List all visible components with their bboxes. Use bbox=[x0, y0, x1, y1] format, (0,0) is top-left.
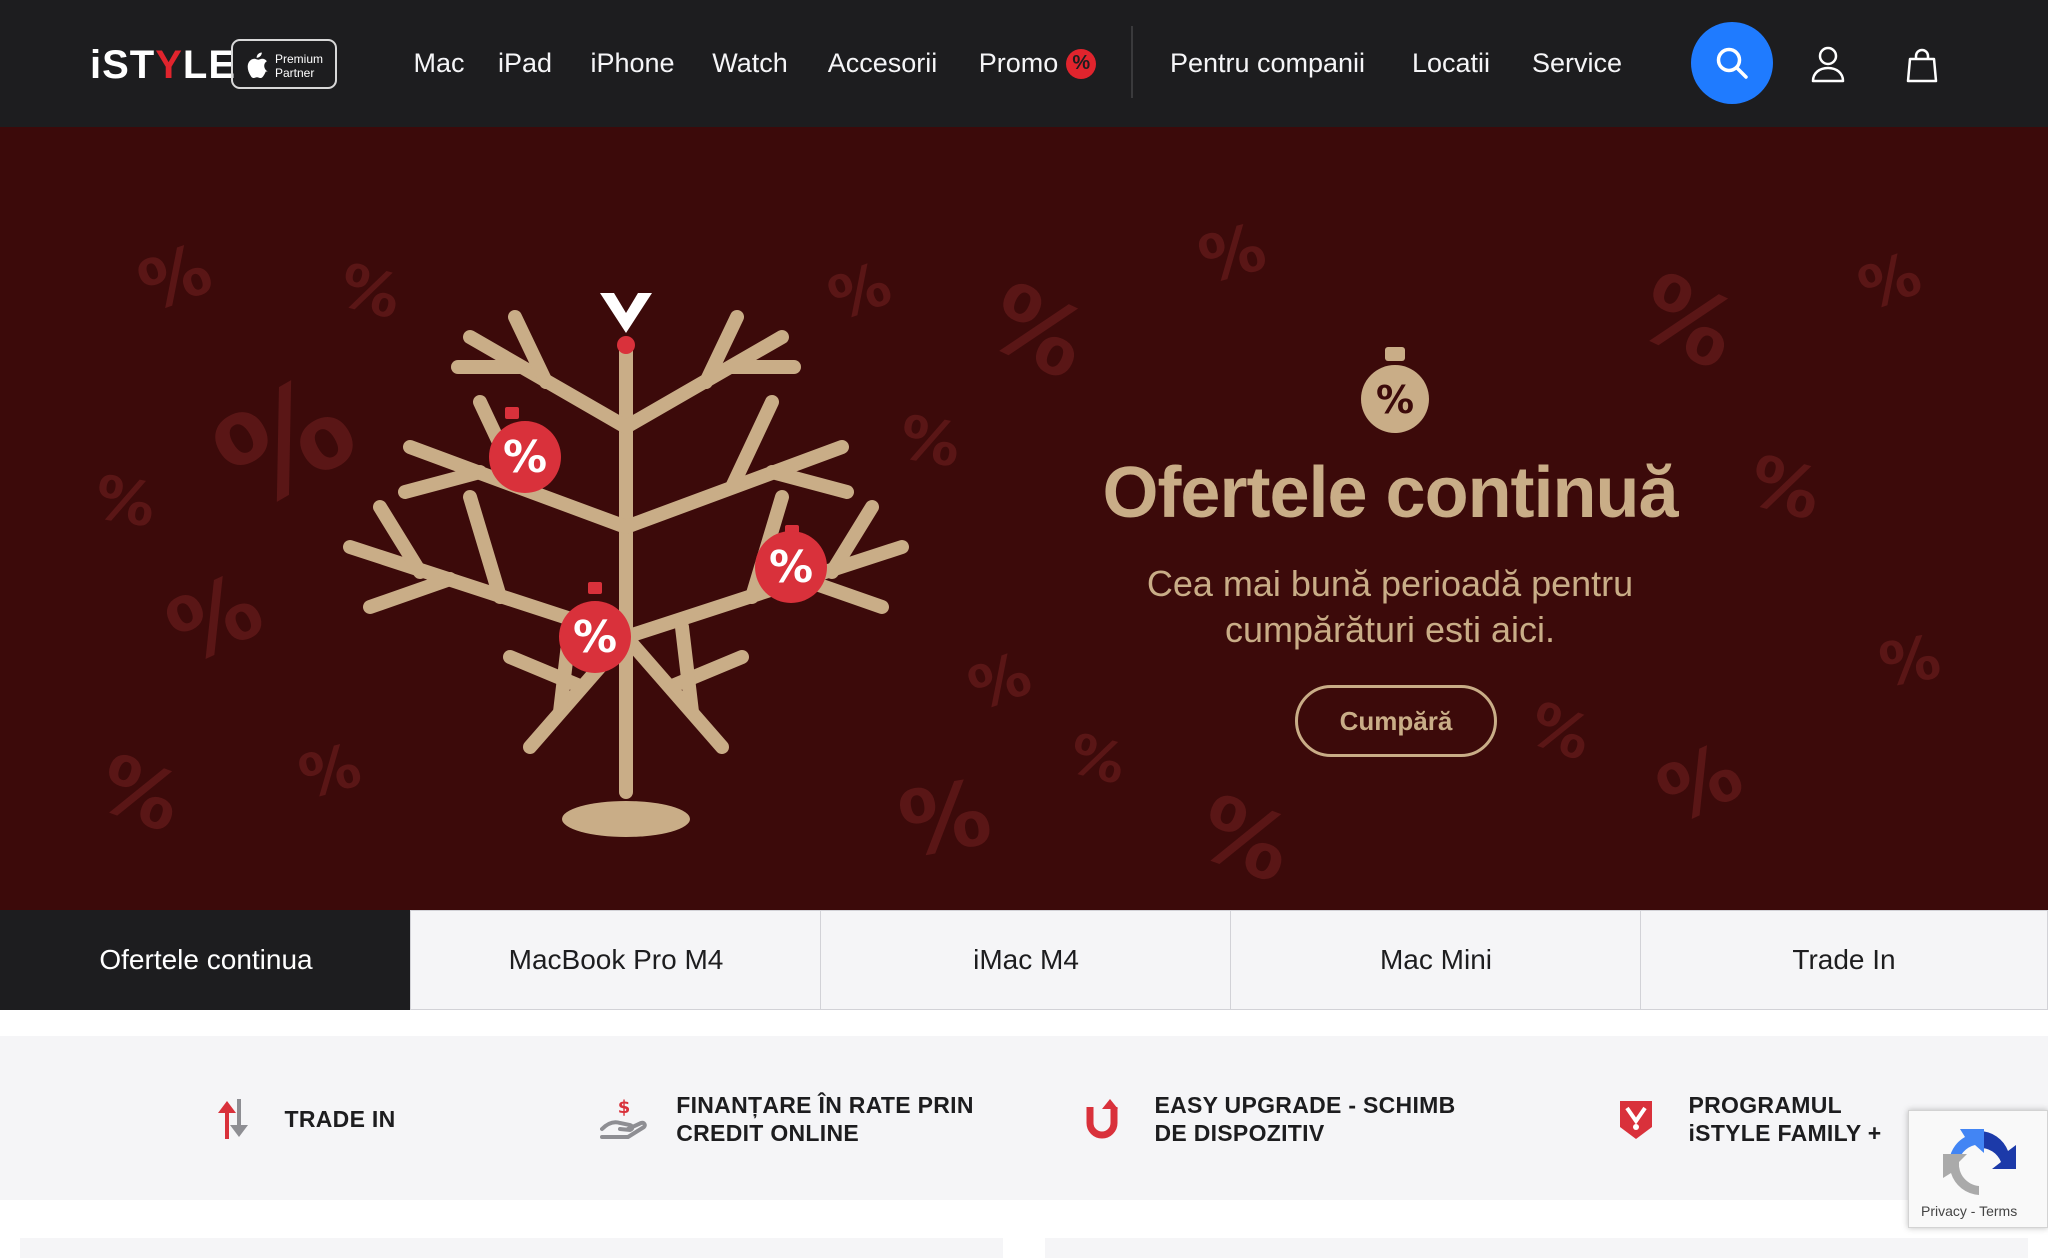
hero-banner[interactable]: % % % % % % % % % % % % % % % % % % % % … bbox=[0, 127, 2048, 910]
nav-item-accesorii[interactable]: Accesorii bbox=[805, 0, 960, 127]
nav-item-promo[interactable]: Promo % bbox=[960, 0, 1115, 127]
nav-item-service[interactable]: Service bbox=[1512, 0, 1642, 127]
background-percent-pattern: % bbox=[1191, 209, 1274, 300]
nav-label: iPad bbox=[497, 48, 553, 78]
content-card bbox=[1045, 1238, 2028, 1258]
content-card bbox=[20, 1238, 1003, 1258]
logo-text-prefix: iST bbox=[90, 43, 156, 87]
background-percent-pattern: % bbox=[1184, 774, 1306, 905]
feature-label: TRADE IN bbox=[284, 1105, 395, 1133]
hero-subtitle: Cea mai bună perioadă pentru cumpărături… bbox=[1040, 561, 1740, 653]
upgrade-u-icon bbox=[1074, 1091, 1130, 1147]
feature-label-line-2: iSTYLE FAMILY + bbox=[1688, 1120, 1882, 1146]
privacy-link[interactable]: Privacy bbox=[1921, 1203, 1967, 1219]
shopping-bag-icon bbox=[1906, 48, 1938, 83]
hand-money-icon: $ bbox=[596, 1091, 652, 1147]
feature-trade-in[interactable]: TRADE IN bbox=[60, 1038, 540, 1200]
feature-label-line-1: TRADE IN bbox=[284, 1106, 396, 1132]
nav-label: Locatii bbox=[1411, 48, 1491, 78]
apple-premium-partner-badge: Premium Partner bbox=[231, 39, 337, 89]
trade-in-arrows-icon bbox=[204, 1091, 260, 1147]
nav-label: Watch bbox=[712, 48, 788, 78]
cart-button[interactable] bbox=[1880, 22, 1964, 106]
partner-line-1: Premium bbox=[275, 52, 324, 66]
hero-cta-button[interactable]: Cumpără bbox=[1295, 685, 1497, 757]
ornament-percent: % bbox=[769, 542, 813, 593]
background-percent-pattern: % bbox=[1062, 720, 1133, 798]
nav-label: Service bbox=[1531, 48, 1623, 78]
link-separator: - bbox=[1966, 1203, 1980, 1219]
background-percent-pattern: % bbox=[971, 262, 1104, 402]
recaptcha-badge[interactable]: Privacy - Terms bbox=[1908, 1110, 2048, 1228]
feature-label: EASY UPGRADE - SCHIMB DE DISPOZITIV bbox=[1154, 1091, 1455, 1147]
tab-ofertele-continua[interactable]: Ofertele continua bbox=[0, 910, 412, 1010]
feature-finantare-rate[interactable]: $ FINANȚARE ÎN RATE PRIN CREDIT ONLINE bbox=[545, 1038, 1025, 1200]
feature-label-line-2: CREDIT ONLINE bbox=[676, 1120, 860, 1146]
background-percent-pattern: % bbox=[1849, 238, 1931, 326]
feature-label-line-1: PROGRAMUL bbox=[1688, 1092, 1842, 1118]
background-percent-pattern: % bbox=[1621, 252, 1754, 392]
feature-label-line-1: FINANȚARE ÎN RATE PRIN bbox=[676, 1092, 974, 1118]
nav-label: Mac bbox=[413, 48, 465, 78]
background-percent-pattern: % bbox=[1519, 688, 1601, 776]
nav-item-iphone[interactable]: iPhone bbox=[570, 0, 695, 127]
ornament-percent: % bbox=[503, 432, 547, 483]
top-navigation-bar: iSTYLE Premium Partner Mac iPad iPhone W… bbox=[0, 0, 2048, 127]
background-percent-pattern: % bbox=[86, 736, 194, 851]
nav-label: Promo bbox=[978, 48, 1059, 78]
feature-label: FINANȚARE ÎN RATE PRIN CREDIT ONLINE bbox=[676, 1091, 974, 1147]
hero-subtitle-line-1: Cea mai bună perioadă pentru bbox=[1146, 563, 1634, 604]
feature-easy-upgrade[interactable]: EASY UPGRADE - SCHIMB DE DISPOZITIV bbox=[1025, 1038, 1505, 1200]
partner-line-2: Partner bbox=[275, 66, 315, 80]
terms-link[interactable]: Terms bbox=[1979, 1203, 2017, 1219]
nav-item-mac[interactable]: Mac bbox=[398, 0, 480, 127]
feature-label-line-2: DE DISPOZITIV bbox=[1154, 1120, 1325, 1146]
nav-label: Pentru companii bbox=[1169, 48, 1366, 78]
nav-item-ipad[interactable]: iPad bbox=[480, 0, 570, 127]
christmas-tree-illustration: % % % bbox=[343, 293, 909, 837]
hero-title: Ofertele continuă bbox=[1102, 453, 1678, 533]
feature-label: PROGRAMUL iSTYLE FAMILY + bbox=[1688, 1091, 1881, 1147]
background-percent-pattern: % bbox=[1644, 724, 1757, 843]
ornament-percent: % bbox=[1376, 378, 1414, 422]
background-percent-pattern: % bbox=[1874, 622, 1946, 702]
apple-logo-icon bbox=[247, 52, 268, 78]
search-button[interactable] bbox=[1691, 22, 1773, 104]
account-button[interactable] bbox=[1786, 22, 1870, 106]
istyle-logo[interactable]: iSTYLE bbox=[90, 43, 236, 88]
tab-mac-mini[interactable]: Mac Mini bbox=[1230, 910, 1642, 1010]
nav-item-pentru-companii[interactable]: Pentru companii bbox=[1145, 0, 1390, 127]
percent-ornament-icon: % bbox=[1361, 347, 1429, 433]
logo-text-suffix: LE bbox=[182, 43, 237, 87]
promo-percent-badge: % bbox=[1066, 48, 1097, 79]
user-icon bbox=[1811, 46, 1845, 83]
tab-macbook-pro-m4[interactable]: MacBook Pro M4 bbox=[410, 910, 822, 1010]
hero-subtitle-line-2: cumpărături esti aici. bbox=[1224, 609, 1556, 650]
recaptcha-logo-icon bbox=[1943, 1129, 2016, 1195]
tab-trade-in[interactable]: Trade In bbox=[1640, 910, 2048, 1010]
ornament-percent: % bbox=[573, 612, 617, 663]
search-icon bbox=[1716, 47, 1748, 79]
logo-text-mark: Y bbox=[155, 43, 183, 87]
background-percent-pattern: % bbox=[1740, 439, 1830, 537]
nav-divider bbox=[1131, 26, 1133, 98]
svg-text:$: $ bbox=[618, 1097, 631, 1118]
recaptcha-links: Privacy - Terms bbox=[1921, 1203, 2017, 1219]
nav-label: iPhone bbox=[590, 48, 675, 78]
background-percent-pattern: % bbox=[128, 227, 223, 329]
istyle-family-badge-icon bbox=[1608, 1091, 1664, 1147]
background-percent-pattern: % bbox=[959, 638, 1041, 726]
tab-imac-m4[interactable]: iMac M4 bbox=[820, 910, 1232, 1010]
background-percent-pattern: % bbox=[152, 552, 279, 687]
nav-item-locatii[interactable]: Locatii bbox=[1390, 0, 1512, 127]
nav-label: Accesorii bbox=[827, 48, 938, 78]
feature-label-line-1: EASY UPGRADE - SCHIMB bbox=[1154, 1092, 1456, 1118]
nav-item-watch[interactable]: Watch bbox=[695, 0, 805, 127]
background-percent-pattern: % bbox=[89, 462, 161, 542]
